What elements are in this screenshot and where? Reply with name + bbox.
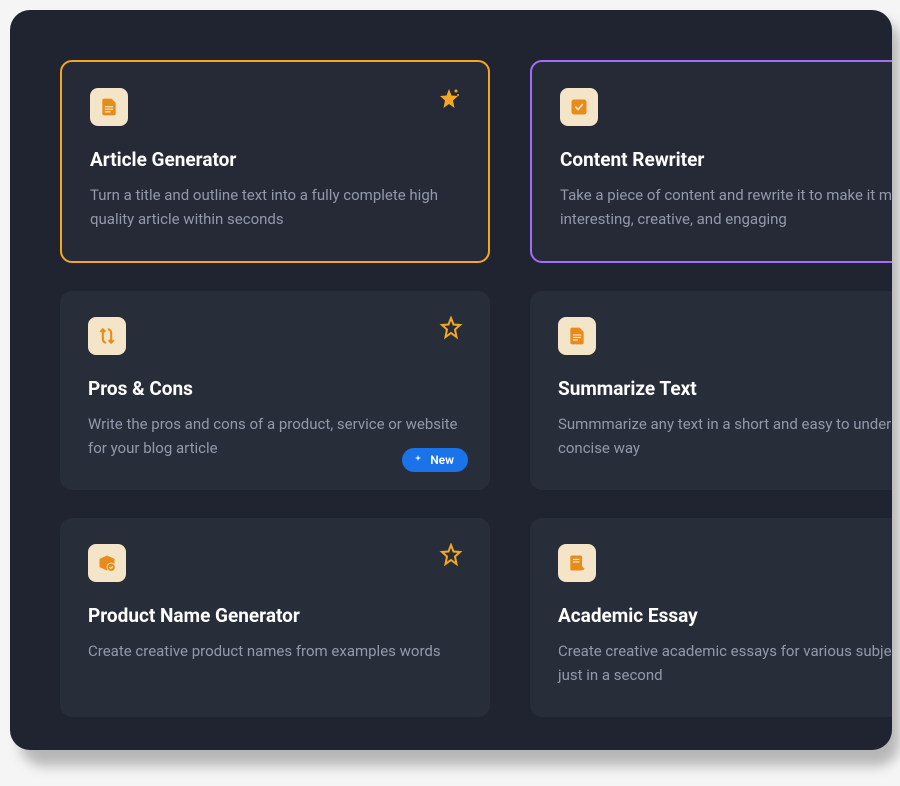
card-title: Academic Essay [558,604,892,627]
favorite-button[interactable] [438,542,464,568]
badge-label: New [430,453,454,467]
file-text-icon [90,88,128,126]
tools-panel: Article Generator Turn a title and outli… [10,10,892,750]
card-description: Summmarize any text in a short and easy … [558,412,892,460]
cards-grid: Article Generator Turn a title and outli… [60,60,892,717]
arrows-icon [88,317,126,355]
card-product-name-generator[interactable]: Product Name Generator Create creative p… [60,518,490,717]
star-outline-icon [439,543,463,567]
card-description: Create creative product names from examp… [88,639,462,663]
card-title: Summarize Text [558,377,892,400]
card-summarize-text[interactable]: Summarize Text Summmarize any text in a … [530,291,892,490]
card-article-generator[interactable]: Article Generator Turn a title and outli… [60,60,490,263]
check-square-icon [560,88,598,126]
sparkle-icon [412,454,424,466]
file-lines-icon [558,317,596,355]
card-title: Pros & Cons [88,377,462,400]
card-title: Article Generator [90,148,460,171]
card-description: Turn a title and outline text into a ful… [90,183,460,231]
essay-icon [558,544,596,582]
star-filled-icon [437,87,461,111]
new-badge: New [402,448,468,472]
card-description: Create creative academic essays for vari… [558,639,892,687]
card-title: Content Rewriter [560,148,892,171]
card-description: Take a piece of content and rewrite it t… [560,183,892,231]
card-content-rewriter[interactable]: Content Rewriter Take a piece of content… [530,60,892,263]
card-title: Product Name Generator [88,604,462,627]
card-academic-essay[interactable]: Academic Essay Create creative academic … [530,518,892,717]
favorite-button[interactable] [436,86,462,112]
star-outline-icon [439,316,463,340]
card-pros-cons[interactable]: Pros & Cons Write the pros and cons of a… [60,291,490,490]
favorite-button[interactable] [438,315,464,341]
box-check-icon [88,544,126,582]
